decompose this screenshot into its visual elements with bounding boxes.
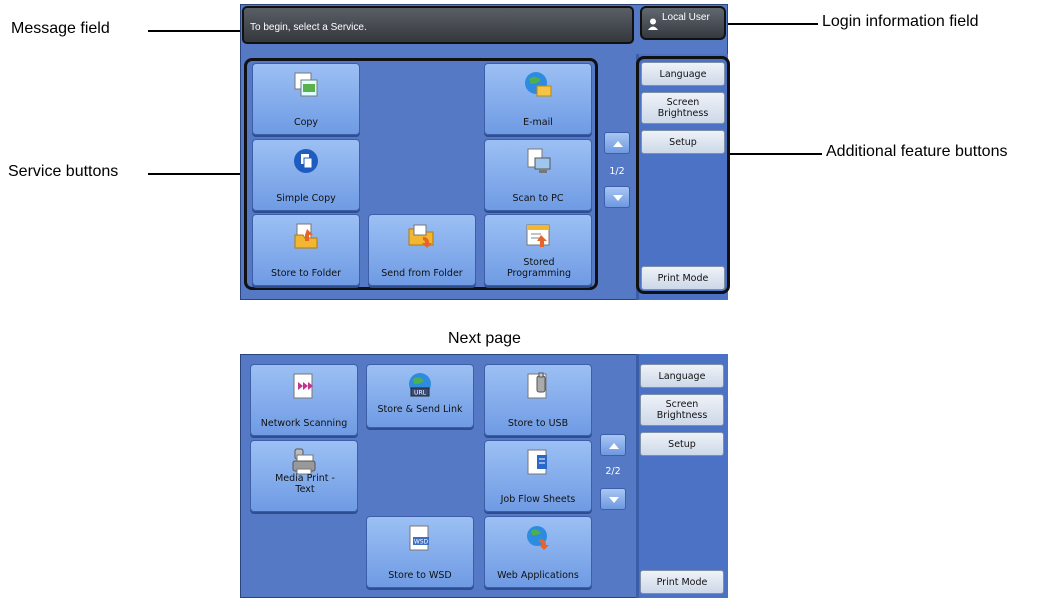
store-to-folder-button[interactable]: Store to Folder xyxy=(252,214,360,286)
login-label: Local User xyxy=(662,12,710,23)
simple-copy-button[interactable]: Simple Copy xyxy=(252,139,360,211)
next-page-caption: Next page xyxy=(448,330,521,347)
callout-line-message xyxy=(148,30,242,32)
svg-text:WSD: WSD xyxy=(414,539,429,546)
callout-line-services xyxy=(148,173,246,175)
chevron-up-icon xyxy=(609,443,619,449)
url-globe-icon: URL xyxy=(409,373,431,397)
store-to-usb-icon xyxy=(527,372,547,399)
web-applications-label: Web Applications xyxy=(497,570,579,581)
email-button[interactable]: E-mail xyxy=(484,63,592,135)
callout-line-additional xyxy=(730,153,822,155)
setup-button-2[interactable]: Setup xyxy=(640,432,724,456)
scroll-down-button[interactable] xyxy=(604,186,630,208)
side-panel-2 xyxy=(636,354,728,598)
page-indicator: 1/2 xyxy=(609,166,625,177)
copy-label: Copy xyxy=(293,117,319,128)
job-flow-sheets-button[interactable]: Job Flow Sheets xyxy=(484,440,592,512)
send-from-folder-button[interactable]: Send from Folder xyxy=(368,214,476,286)
store-to-usb-label: Store to USB xyxy=(507,418,569,429)
callout-line-login xyxy=(726,23,818,25)
language-button[interactable]: Language xyxy=(641,62,725,86)
media-print-text-button[interactable]: Media Print - Text xyxy=(250,440,358,512)
store-to-folder-icon xyxy=(294,223,318,249)
simple-copy-label: Simple Copy xyxy=(276,193,336,204)
network-scanning-label: Network Scanning xyxy=(260,418,348,429)
job-flow-sheets-icon xyxy=(527,449,547,475)
callout-additional-buttons: Additional feature buttons xyxy=(826,143,1008,160)
stored-programming-icon xyxy=(526,224,550,247)
scroll-up-button[interactable] xyxy=(604,132,630,154)
svg-text:URL: URL xyxy=(414,390,427,397)
chevron-down-icon xyxy=(609,497,619,503)
scan-to-pc-label: Scan to PC xyxy=(512,193,564,204)
network-scanning-button[interactable]: Network Scanning xyxy=(250,364,358,436)
email-label: E-mail xyxy=(523,117,553,128)
callout-service-buttons: Service buttons xyxy=(8,163,119,180)
page-indicator-2: 2/2 xyxy=(605,466,621,477)
simple-copy-icon xyxy=(294,149,318,173)
login-info-button[interactable]: Local User xyxy=(640,6,726,40)
scroll-up-button-2[interactable] xyxy=(600,434,626,456)
store-send-link-label: Store & Send Link xyxy=(377,404,463,415)
stored-programming-label: Stored Programming xyxy=(506,257,572,279)
setup-button[interactable]: Setup xyxy=(641,130,725,154)
chevron-up-icon xyxy=(613,141,623,147)
store-send-link-button[interactable]: URL Store & Send Link xyxy=(366,364,474,428)
copy-icon xyxy=(294,72,318,97)
chevron-down-icon xyxy=(613,195,623,201)
email-icon xyxy=(525,72,552,97)
media-print-text-label: Media Print - Text xyxy=(275,473,335,495)
print-mode-button[interactable]: Print Mode xyxy=(641,266,725,290)
callout-login-field: Login information field xyxy=(822,13,979,30)
message-field: To begin, select a Service. xyxy=(242,6,634,44)
scroll-down-button-2[interactable] xyxy=(600,488,626,510)
store-to-folder-label: Store to Folder xyxy=(270,268,342,279)
send-from-folder-label: Send from Folder xyxy=(381,268,463,279)
store-to-wsd-button[interactable]: WSD Store to WSD xyxy=(366,516,474,588)
wsd-icon: WSD xyxy=(409,525,429,551)
web-applications-button[interactable]: Web Applications xyxy=(484,516,592,588)
web-applications-icon xyxy=(527,526,549,550)
screen-brightness-button-2[interactable]: Screen Brightness xyxy=(640,394,724,426)
screen-brightness-button[interactable]: Screen Brightness xyxy=(641,92,725,124)
stored-programming-button[interactable]: Stored Programming xyxy=(484,214,592,286)
copy-button[interactable]: Copy xyxy=(252,63,360,135)
language-button-2[interactable]: Language xyxy=(640,364,724,388)
callout-message-field: Message field xyxy=(11,20,110,37)
store-to-usb-button[interactable]: Store to USB xyxy=(484,364,592,436)
send-from-folder-icon xyxy=(408,224,434,248)
job-flow-sheets-label: Job Flow Sheets xyxy=(500,494,576,505)
network-scanning-icon xyxy=(293,373,313,399)
store-to-wsd-label: Store to WSD xyxy=(388,570,452,581)
scan-to-pc-button[interactable]: Scan to PC xyxy=(484,139,592,211)
print-mode-button-2[interactable]: Print Mode xyxy=(640,570,724,594)
user-icon xyxy=(648,18,658,30)
scan-to-pc-icon xyxy=(527,148,551,173)
